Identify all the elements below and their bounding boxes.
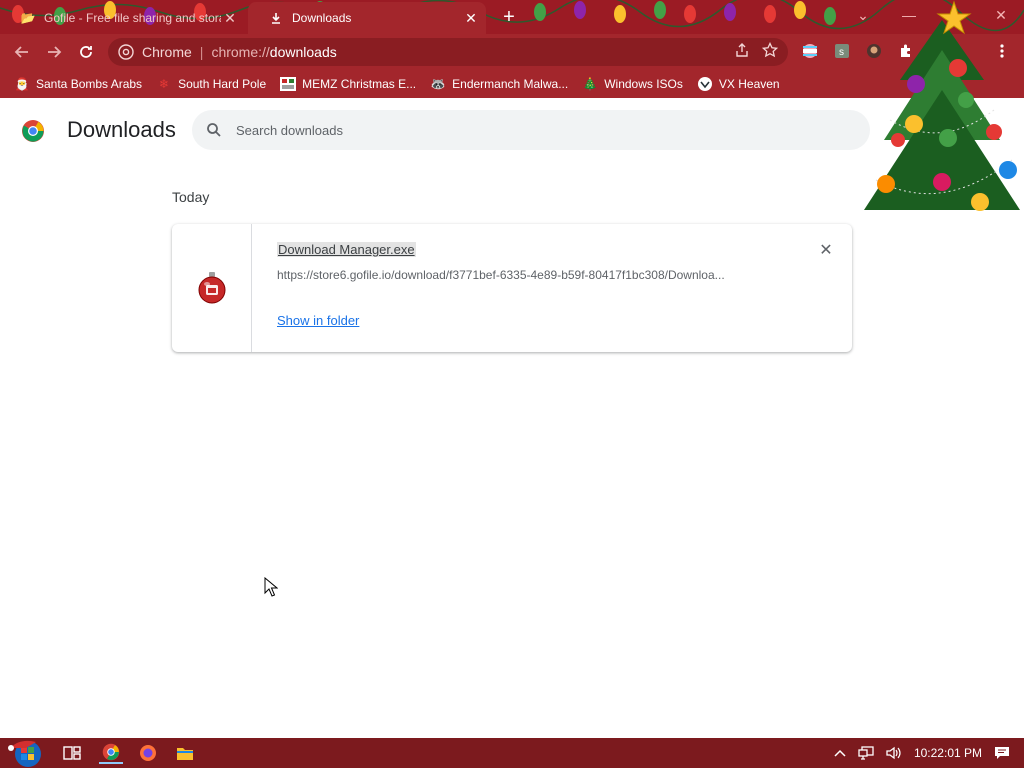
ornament-file-icon[interactable] (197, 271, 227, 305)
forward-button[interactable] (42, 40, 66, 64)
tab-gofile[interactable]: 📂 Gofile - Free file sharing and storage… (0, 2, 245, 34)
chevron-up-icon[interactable] (834, 749, 846, 757)
start-button-icon[interactable] (6, 738, 46, 768)
address-bar[interactable]: Chrome | chrome:// downloads (108, 38, 788, 66)
new-tab-button[interactable]: + (498, 7, 520, 29)
extension-flag-icon[interactable] (801, 42, 819, 60)
taskbar-clock[interactable]: 10:22:01 PM (914, 746, 982, 760)
reload-icon (80, 46, 92, 58)
chrome-chip: Chrome (142, 44, 192, 60)
bookmark-label: Endermanch Malwa... (452, 77, 569, 91)
bookmark-label: South Hard Pole (178, 77, 267, 91)
gofile-favicon-icon: 📂 (20, 11, 36, 25)
bookmark-windows-isos[interactable]: 🎄 Windows ISOs (582, 76, 683, 92)
tab-title: Downloads (292, 11, 352, 25)
bookmark-memz-christmas[interactable]: MEMZ Christmas E... (280, 76, 416, 92)
extension-s-icon[interactable]: s (833, 42, 851, 60)
chrome-logo-icon (22, 120, 44, 142)
url-host: downloads (269, 44, 337, 60)
tree-icon: 🎄 (582, 77, 598, 91)
url-scheme: chrome:// (211, 44, 270, 60)
tab-strip: 📂 Gofile - Free file sharing and storage… (0, 0, 1024, 34)
bookmark-vx-heaven[interactable]: VX Heaven (697, 76, 780, 92)
omnibox-separator: | (199, 44, 204, 60)
tab-downloads[interactable]: Downloads ✕ (248, 2, 486, 34)
tab-search-icon[interactable]: ⌄ (840, 0, 886, 30)
windows-taskbar: 10:22:01 PM (0, 738, 1024, 768)
back-button[interactable] (10, 40, 34, 64)
download-item-card: Download Manager.exe https://store6.gofi… (172, 224, 852, 352)
taskbar-chrome-icon[interactable] (99, 742, 123, 764)
close-tab-icon[interactable]: ✕ (221, 9, 239, 27)
remove-download-icon[interactable]: ✕ (816, 240, 836, 260)
svg-text:s: s (839, 47, 844, 58)
search-icon (207, 123, 221, 137)
network-icon[interactable] (858, 746, 874, 760)
bookmark-label: MEMZ Christmas E... (302, 77, 417, 91)
memz-icon (280, 76, 297, 92)
forward-arrow-icon (48, 46, 62, 58)
bookmark-label: VX Heaven (718, 77, 780, 91)
close-tab-icon[interactable]: ✕ (462, 9, 480, 27)
santa-icon: 🎅 (14, 77, 30, 91)
back-arrow-icon (14, 46, 28, 58)
tab-title: Gofile - Free file sharing and storage (44, 11, 221, 25)
system-tray: 10:22:01 PM (828, 738, 1024, 768)
mouse-cursor-icon (264, 577, 278, 597)
taskbar-file-explorer-icon[interactable] (173, 742, 197, 764)
christmas-tree-decoration (864, 0, 1020, 211)
snowflake-icon: ❄ (159, 77, 170, 91)
minimize-button[interactable]: — (886, 0, 932, 30)
bookmark-star-icon[interactable] (762, 42, 778, 58)
reload-button[interactable] (74, 40, 98, 64)
close-window-button[interactable]: ✕ (978, 0, 1024, 30)
show-in-folder-link[interactable]: Show in folder (277, 313, 359, 328)
bookmark-label: Windows ISOs (604, 77, 683, 91)
volume-icon[interactable] (886, 746, 902, 760)
download-file-name-link[interactable]: Download Manager.exe (277, 242, 416, 257)
task-view-icon[interactable] (60, 742, 84, 764)
share-icon[interactable] (734, 42, 750, 58)
bookmark-south-hard-pole[interactable]: ❄ South Hard Pole (156, 76, 266, 92)
taskbar-firefox-icon[interactable] (136, 742, 160, 764)
bookmark-santa-bombs-arabs[interactable]: 🎅 Santa Bombs Arabs (14, 76, 143, 92)
bookmark-label: Santa Bombs Arabs (36, 77, 143, 91)
action-center-icon[interactable] (994, 746, 1010, 760)
raccoon-icon: 🦝 (430, 77, 446, 91)
search-downloads-box[interactable] (192, 110, 870, 150)
date-heading: Today (172, 189, 210, 205)
bookmark-endermanch-malware[interactable]: 🦝 Endermanch Malwa... (430, 76, 569, 92)
file-icon-column (172, 224, 252, 352)
search-downloads-input[interactable] (236, 122, 836, 138)
download-source-url: https://store6.gofile.io/download/f3771b… (277, 268, 725, 282)
chrome-site-icon (118, 44, 134, 60)
vx-icon (697, 76, 713, 92)
page-title: Downloads (67, 117, 176, 142)
download-favicon-icon (268, 10, 284, 26)
